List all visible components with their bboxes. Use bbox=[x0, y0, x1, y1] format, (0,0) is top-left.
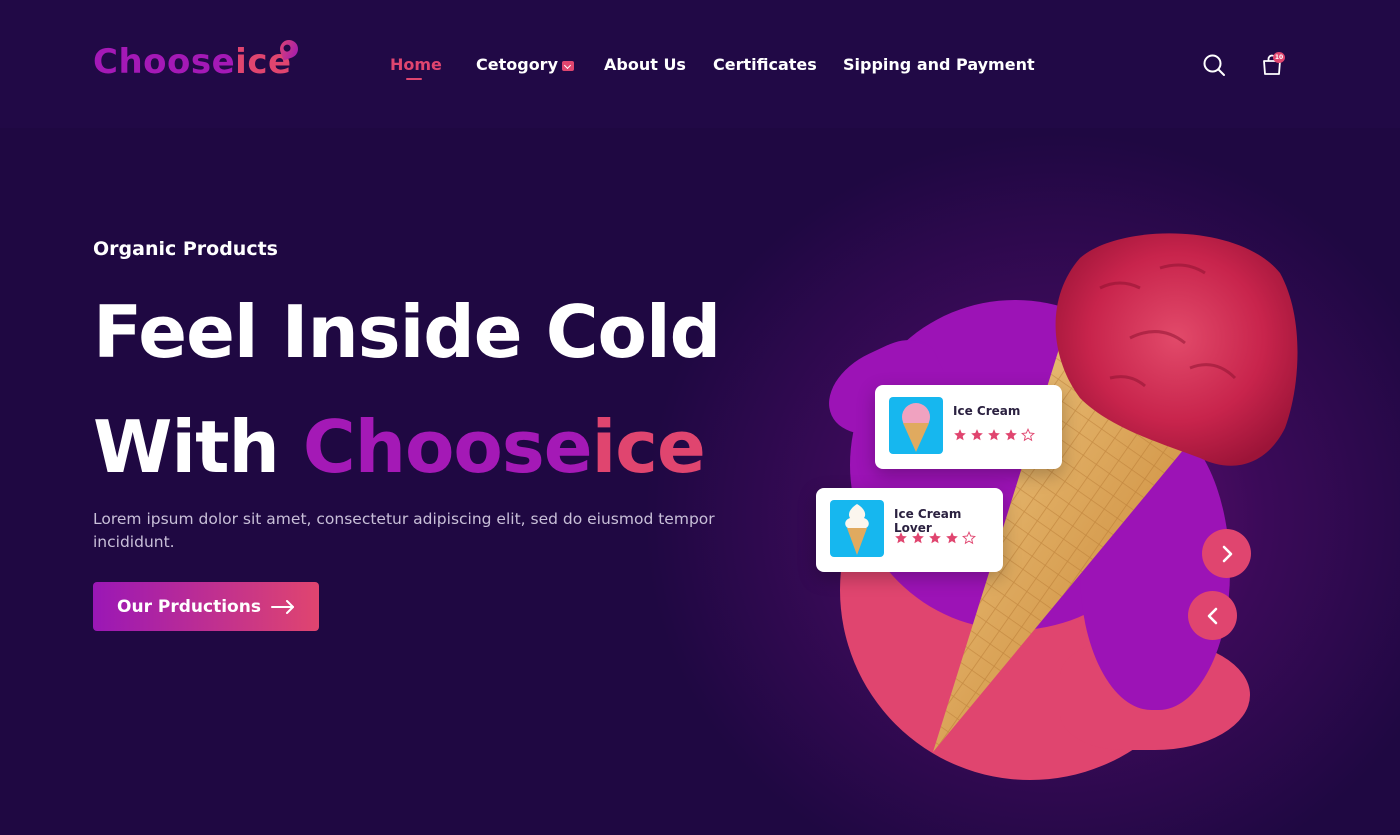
hero-headline-line2: With Chooseice bbox=[93, 405, 706, 489]
star-filled-icon bbox=[988, 429, 1000, 441]
hero-headline-brand-a: Choose bbox=[302, 405, 593, 489]
chevron-right-icon bbox=[1222, 545, 1232, 562]
nav-item-category-label: Cetogory bbox=[476, 55, 558, 74]
star-filled-icon bbox=[1005, 429, 1017, 441]
star-filled-icon bbox=[895, 532, 907, 544]
soft-serve-icon bbox=[845, 504, 869, 555]
slider-next-button[interactable] bbox=[1202, 529, 1251, 578]
nav-item-shipping-payment[interactable]: Sipping and Payment bbox=[843, 55, 1035, 74]
nav-item-about-us[interactable]: About Us bbox=[604, 55, 686, 74]
nav-item-certificates[interactable]: Certificates bbox=[713, 55, 817, 74]
product-thumbnail bbox=[830, 500, 884, 557]
hero-headline-prefix: With bbox=[93, 405, 280, 489]
hero-headline-line1: Feel Inside Cold bbox=[93, 290, 721, 374]
star-filled-icon bbox=[912, 532, 924, 544]
product-rating bbox=[953, 428, 1035, 442]
hero-headline-brand-b: ice bbox=[591, 405, 706, 489]
product-thumbnail bbox=[889, 397, 943, 454]
nav-item-category[interactable]: Cetogory bbox=[476, 55, 574, 74]
logo[interactable]: Chooseice bbox=[93, 42, 292, 82]
cart-count-badge: 10 bbox=[1273, 52, 1285, 63]
search-icon[interactable] bbox=[1202, 53, 1226, 77]
nav-item-home[interactable]: Home bbox=[390, 55, 442, 80]
star-empty-icon bbox=[1021, 428, 1035, 442]
star-filled-icon bbox=[954, 429, 966, 441]
slider-prev-button[interactable] bbox=[1188, 591, 1237, 640]
product-rating bbox=[894, 531, 976, 545]
ice-cream-icon bbox=[902, 403, 930, 452]
ice-cream-scoop-image bbox=[1055, 233, 1298, 466]
star-filled-icon bbox=[946, 532, 958, 544]
chevron-down-icon bbox=[562, 60, 574, 71]
our-productions-button[interactable]: Our Prductions bbox=[93, 582, 319, 631]
hero-description: Lorem ipsum dolor sit amet, consectetur … bbox=[93, 510, 715, 551]
star-filled-icon bbox=[971, 429, 983, 441]
chevron-left-icon bbox=[1207, 607, 1217, 624]
product-card[interactable]: Ice Cream bbox=[875, 385, 1062, 469]
star-empty-icon bbox=[962, 531, 976, 545]
logo-text-part1: Choose bbox=[93, 42, 236, 82]
product-title: Ice Cream bbox=[953, 404, 1021, 418]
hero-eyebrow: Organic Products bbox=[93, 238, 278, 260]
arrow-right-icon bbox=[270, 599, 294, 614]
product-card[interactable]: Ice Cream Lover bbox=[816, 488, 1003, 572]
star-filled-icon bbox=[929, 532, 941, 544]
cta-label: Our Prductions bbox=[117, 596, 261, 617]
